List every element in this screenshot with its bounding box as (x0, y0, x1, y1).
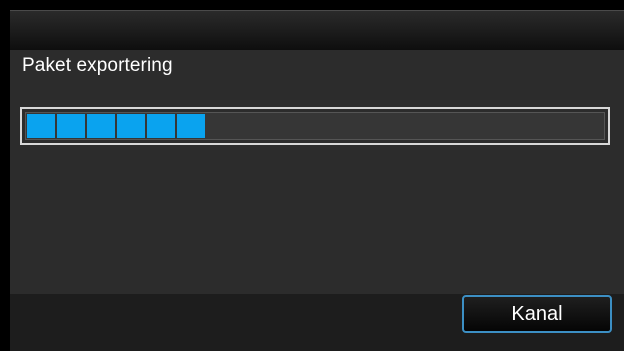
progress-fill (27, 114, 205, 138)
progress-segment (87, 114, 115, 138)
progress-track (25, 112, 605, 140)
progress-segment (117, 114, 145, 138)
dialog-title-bar (10, 10, 624, 50)
cancel-button[interactable]: Kanal (462, 295, 612, 333)
progress-segment (147, 114, 175, 138)
progress-segment (177, 114, 205, 138)
export-progress-bar (20, 107, 610, 145)
dialog-body (10, 50, 624, 294)
progress-segment (57, 114, 85, 138)
dialog-heading: Paket exportering (22, 55, 173, 76)
progress-segment (27, 114, 55, 138)
